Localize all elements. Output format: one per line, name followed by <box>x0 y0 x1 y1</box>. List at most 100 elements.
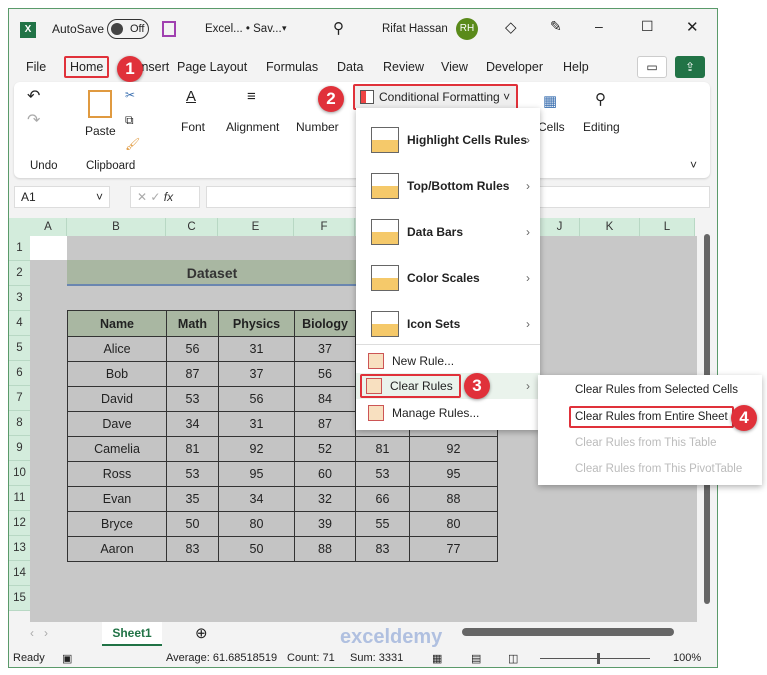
table-cell[interactable]: 87 <box>166 361 219 387</box>
table-cell[interactable]: 50 <box>166 511 219 537</box>
table-cell[interactable]: 53 <box>166 461 219 487</box>
zoom-thumb[interactable] <box>597 653 600 664</box>
table-cell[interactable]: 95 <box>218 461 295 487</box>
maximize-icon[interactable]: ☐ <box>641 18 654 35</box>
name-box[interactable]: A1 ˅ <box>14 186 110 208</box>
close-icon[interactable]: ✕ <box>686 18 699 36</box>
table-cell[interactable]: 80 <box>218 511 295 537</box>
table-cell[interactable]: 80 <box>409 511 498 537</box>
row-header[interactable]: 15 <box>9 586 30 611</box>
filename-dropdown-icon[interactable]: ▾ <box>282 23 287 34</box>
save-icon[interactable] <box>162 21 176 37</box>
font-button[interactable]: Font <box>181 120 205 134</box>
menu-item-data-bars[interactable]: Data Bars › <box>356 212 540 252</box>
tab-view[interactable]: View <box>441 60 468 74</box>
menu-item-new-rule[interactable]: New Rule... <box>356 348 540 374</box>
table-cell[interactable]: Ross <box>67 461 167 487</box>
copy-icon[interactable]: ⧉ <box>125 113 134 128</box>
find-icon[interactable]: ⚲ <box>595 90 606 108</box>
table-cell[interactable]: Alice <box>67 336 167 362</box>
table-cell[interactable]: 34 <box>166 411 219 437</box>
clear-selected-cells[interactable]: Clear Rules from Selected Cells <box>575 384 738 396</box>
column-header[interactable]: B <box>67 218 166 236</box>
menu-item-highlight-cells-rules[interactable]: Highlight Cells Rules › <box>356 120 540 160</box>
tab-developer[interactable]: Developer <box>486 60 543 74</box>
table-cell[interactable]: 56 <box>218 386 295 412</box>
table-cell[interactable]: 31 <box>218 336 295 362</box>
table-cell[interactable]: 83 <box>355 536 410 562</box>
cell-a1[interactable] <box>30 236 67 260</box>
table-cell[interactable]: 83 <box>166 536 219 562</box>
row-header[interactable]: 7 <box>9 386 30 411</box>
format-painter-icon[interactable]: 🖌 <box>125 137 140 151</box>
table-cell[interactable]: 35 <box>166 486 219 512</box>
table-cell[interactable]: 95 <box>409 461 498 487</box>
column-title[interactable]: Physics <box>218 310 295 337</box>
table-cell[interactable]: 77 <box>409 536 498 562</box>
avatar[interactable]: RH <box>456 18 478 40</box>
paste-label[interactable]: Paste <box>85 124 116 138</box>
autosave-toggle[interactable]: Off <box>107 19 149 39</box>
column-title[interactable]: Math <box>166 310 219 337</box>
row-header[interactable]: 14 <box>9 561 30 586</box>
table-cell[interactable]: 56 <box>166 336 219 362</box>
alignment-button[interactable]: Alignment <box>226 120 279 134</box>
tab-data[interactable]: Data <box>337 60 363 74</box>
row-header[interactable]: 10 <box>9 461 30 486</box>
table-cell[interactable]: 81 <box>166 436 219 462</box>
menu-item-color-scales[interactable]: Color Scales › <box>356 258 540 298</box>
table-cell[interactable]: 50 <box>218 536 295 562</box>
table-cell[interactable]: 34 <box>218 486 295 512</box>
alignment-icon[interactable]: ≡ <box>247 88 256 105</box>
diamond-icon[interactable]: ◇ <box>505 18 517 36</box>
table-cell[interactable]: 56 <box>294 361 356 387</box>
row-header[interactable]: 9 <box>9 436 30 461</box>
column-header[interactable]: L <box>640 218 695 236</box>
column-header[interactable]: F <box>294 218 355 236</box>
tab-help[interactable]: Help <box>563 60 589 74</box>
zoom-slider[interactable] <box>540 653 650 664</box>
ribbon-collapse-icon[interactable]: ˅ <box>690 158 697 172</box>
table-cell[interactable]: 31 <box>218 411 295 437</box>
share-button[interactable]: ⇪ <box>675 56 705 78</box>
column-title[interactable]: Name <box>67 310 167 337</box>
number-button[interactable]: Number <box>296 120 339 134</box>
tab-review[interactable]: Review <box>383 60 424 74</box>
table-cell[interactable]: Evan <box>67 486 167 512</box>
select-all-button[interactable] <box>9 218 30 236</box>
editing-button[interactable]: Editing <box>583 120 620 134</box>
column-title[interactable]: Biology <box>294 310 356 337</box>
table-cell[interactable]: 88 <box>294 536 356 562</box>
tab-home[interactable]: Home <box>64 56 110 78</box>
table-cell[interactable]: Aaron <box>67 536 167 562</box>
table-cell[interactable]: 55 <box>355 511 410 537</box>
sheet-prev-icon[interactable]: ‹ › <box>30 626 48 640</box>
sheet-tab-sheet1[interactable]: Sheet1 <box>102 622 162 646</box>
table-cell[interactable]: 32 <box>294 486 356 512</box>
row-header[interactable]: 5 <box>9 336 30 361</box>
tab-formulas[interactable]: Formulas <box>266 60 318 74</box>
menu-item-icon-sets[interactable]: Icon Sets › <box>356 304 540 344</box>
table-cell[interactable]: Dave <box>67 411 167 437</box>
minimize-icon[interactable]: – <box>595 18 603 34</box>
table-cell[interactable]: Bob <box>67 361 167 387</box>
row-header[interactable]: 4 <box>9 311 30 336</box>
table-cell[interactable]: 87 <box>294 411 356 437</box>
table-cell[interactable]: 37 <box>294 336 356 362</box>
accessibility-icon[interactable]: ▣ <box>62 652 72 665</box>
table-cell[interactable]: 60 <box>294 461 356 487</box>
table-cell[interactable]: Camelia <box>67 436 167 462</box>
normal-view-icon[interactable]: ▦ <box>432 652 442 665</box>
table-cell[interactable]: 37 <box>218 361 295 387</box>
search-icon[interactable]: ⚲ <box>333 19 344 37</box>
row-header[interactable]: 13 <box>9 536 30 561</box>
row-header[interactable]: 2 <box>9 261 30 286</box>
table-cell[interactable]: 52 <box>294 436 356 462</box>
table-cell[interactable]: 81 <box>355 436 410 462</box>
table-cell[interactable]: Bryce <box>67 511 167 537</box>
row-header[interactable]: 1 <box>9 236 30 261</box>
table-cell[interactable]: David <box>67 386 167 412</box>
column-header[interactable]: C <box>166 218 218 236</box>
table-cell[interactable]: 66 <box>355 486 410 512</box>
column-header[interactable]: A <box>30 218 67 236</box>
